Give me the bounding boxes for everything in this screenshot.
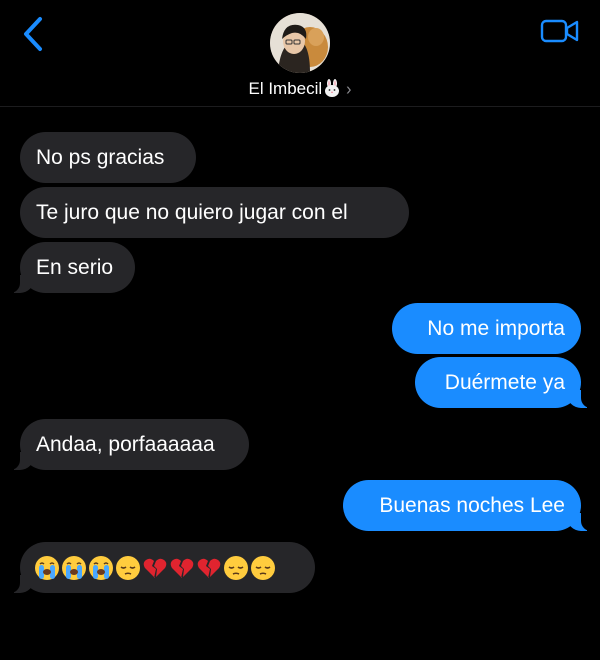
avatar-image	[270, 13, 330, 73]
message-bubble-incoming[interactable]	[8, 542, 315, 593]
message-text: Buenas noches Lee	[379, 494, 565, 517]
pensive-face-icon	[224, 555, 248, 580]
message-text: En serio	[36, 256, 114, 279]
back-button[interactable]	[18, 16, 50, 52]
chevron-left-icon	[24, 17, 42, 51]
message-bubble-incoming[interactable]: En serio	[8, 242, 135, 293]
message-bubble-outgoing[interactable]: No me importa	[392, 303, 581, 354]
message-text: No ps gracias	[36, 146, 165, 169]
message-text: No me importa	[427, 317, 565, 340]
pensive-face-icon	[116, 555, 140, 580]
loudly-crying-face-icon	[89, 555, 113, 580]
contact-avatar[interactable]	[270, 13, 330, 73]
pensive-face-icon	[251, 555, 275, 580]
conversation-header: El Imbecil ›	[0, 0, 600, 107]
message-bubble-outgoing[interactable]: Buenas noches Lee	[343, 480, 593, 531]
message-bubble-incoming[interactable]: Andaa, porfaaaaaa	[8, 419, 249, 470]
chevron-right-icon: ›	[346, 80, 352, 99]
video-camera-icon	[540, 19, 579, 43]
message-bubble-outgoing[interactable]: Duérmete ya	[415, 357, 593, 408]
contact-name: El Imbecil	[248, 79, 323, 98]
rabbit-face-icon	[325, 79, 340, 97]
contact-name-button[interactable]: El Imbecil ›	[0, 79, 600, 99]
emoji-message	[34, 542, 276, 593]
message-text: Te juro que no quiero jugar con el	[36, 201, 348, 224]
message-bubble-incoming[interactable]: Te juro que no quiero jugar con el	[20, 187, 409, 238]
loudly-crying-face-icon	[35, 555, 59, 580]
message-bubble-incoming[interactable]: No ps gracias	[20, 132, 196, 183]
broken-heart-icon	[143, 558, 167, 578]
message-text: Duérmete ya	[444, 371, 565, 394]
facetime-video-button[interactable]	[540, 18, 580, 44]
broken-heart-icon	[170, 558, 194, 578]
message-text: Andaa, porfaaaaaa	[36, 433, 215, 456]
broken-heart-icon	[197, 558, 221, 578]
loudly-crying-face-icon	[62, 555, 86, 580]
